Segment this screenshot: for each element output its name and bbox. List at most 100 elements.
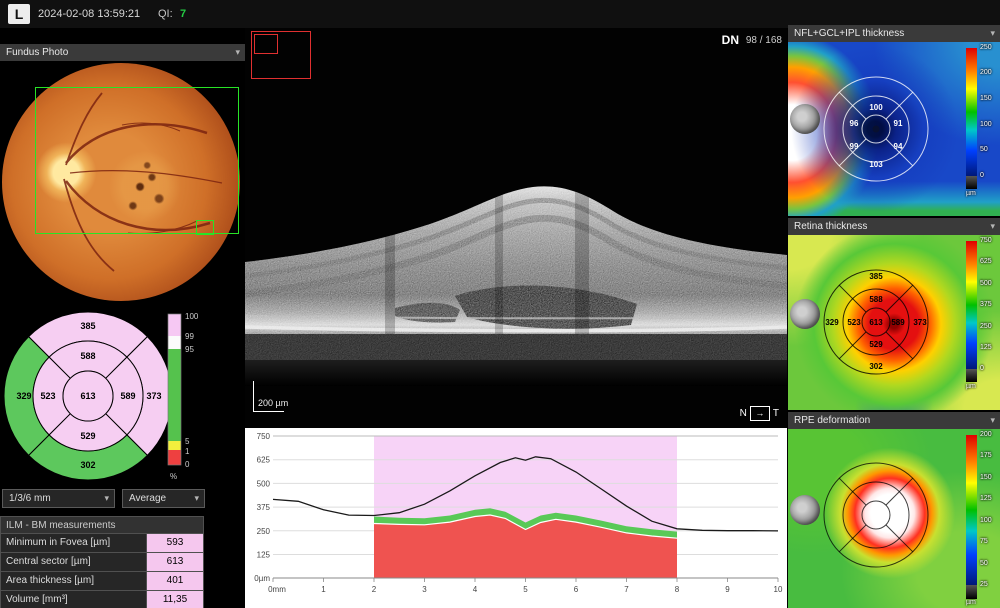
sector-value-inner-bottom: 529 [869, 340, 883, 349]
thickness-profile-chart: 750 625 500 375 250 125 0µm 0mm 1 2 3 4 … [245, 428, 787, 608]
scale-label: 175 [980, 452, 992, 459]
fundus-roi-marker [196, 220, 214, 235]
scale-label: 625 [980, 258, 992, 265]
temporal-label: T [773, 408, 779, 419]
sector-value-lower-right: 94 [894, 142, 903, 151]
scale-label: 250 [980, 323, 992, 330]
table-row: Minimum in Fovea [µm] 593 [0, 534, 204, 553]
fundus-panel-header[interactable]: Fundus Photo ▾ [0, 44, 245, 61]
fundus-panel-title: Fundus Photo [6, 47, 68, 58]
x-ticks [273, 578, 778, 582]
scale-label: 500 [980, 280, 992, 287]
sector-value-top: 100 [869, 103, 883, 112]
row-label: Volume [mm³] [1, 591, 146, 608]
quality-index-value: 7 [180, 0, 186, 28]
measurements-table-header: ILM - BM measurements [0, 516, 204, 534]
color-scale-low [966, 176, 977, 189]
table-row: Volume [mm³] 11,35 [0, 591, 204, 608]
color-scale [966, 435, 977, 585]
color-scale [966, 48, 977, 176]
scale-label: 250 [980, 44, 992, 51]
panel-header-retina-thickness[interactable]: Retina thickness ▾ [788, 218, 1000, 235]
etdrs-outer-top: 385 [80, 321, 95, 331]
svg-text:10: 10 [774, 585, 783, 594]
panel-title: Retina thickness [794, 221, 867, 232]
stat-mode-dropdown[interactable]: Average ▾ [122, 489, 205, 508]
sector-value-outer-bottom: 302 [869, 362, 883, 371]
svg-text:9: 9 [725, 585, 730, 594]
measurements-table: ILM - BM measurements Minimum in Fovea [… [0, 516, 204, 608]
scale-label: 750 [980, 237, 992, 244]
svg-text:750: 750 [257, 432, 271, 441]
laterality-logo: L [8, 4, 30, 24]
retina-thickness-map: 385 588 329 523 613 589 373 529 302 750 … [788, 235, 1000, 410]
row-label: Area thickness [µm] [1, 572, 146, 590]
svg-text:0mm: 0mm [268, 585, 286, 594]
grid-size-dropdown[interactable]: 1/3/6 mm ▾ [2, 489, 115, 508]
row-label: Minimum in Fovea [µm] [1, 534, 146, 552]
svg-text:6: 6 [574, 585, 579, 594]
svg-text:1: 1 [321, 585, 326, 594]
scale-label: 75 [980, 538, 988, 545]
etdrs-outer-bottom: 302 [80, 460, 95, 470]
scale-label: 0 [980, 172, 984, 179]
fundus-photo[interactable] [0, 62, 245, 302]
chevron-down-icon: ▾ [104, 490, 109, 507]
svg-text:375: 375 [257, 503, 271, 512]
top-bar: L 2024-02-08 13:59:21 QI: 7 [0, 0, 1000, 28]
stat-mode-value: Average [129, 493, 166, 504]
scale-label: 50 [980, 146, 988, 153]
svg-text:5: 5 [523, 585, 528, 594]
scale-label: 25 [980, 581, 988, 588]
sector-value-inner-top: 588 [869, 295, 883, 304]
svg-text:4: 4 [473, 585, 478, 594]
etdrs-inner-bottom: 529 [80, 431, 95, 441]
panel-header-nfl-gcl-ipl[interactable]: NFL+GCL+IPL thickness ▾ [788, 25, 1000, 42]
etdrs-center: 613 [80, 391, 95, 401]
percentile-scale: 100 99 95 5 1 0 % [168, 312, 199, 481]
svg-text:7: 7 [624, 585, 629, 594]
scale-label: 99 [185, 332, 194, 341]
bscan-position-minimap[interactable] [251, 31, 311, 79]
orientation-indicator: N → T [740, 406, 779, 421]
scale-label: 150 [980, 95, 992, 102]
scale-label: 200 [980, 69, 992, 76]
svg-text:500: 500 [257, 479, 271, 488]
nfl-gcl-ipl-thickness-map: 100 96 91 99 94 103 250 200 150 100 50 0… [788, 42, 1000, 216]
x-axis-labels: 0mm 1 2 3 4 5 6 7 8 9 10 [268, 585, 783, 594]
oct-bscan-image [245, 28, 787, 428]
oct-bscan-viewer[interactable]: DN 98 / 168 200 µm N → T [245, 28, 787, 428]
row-value: 613 [146, 553, 203, 571]
scale-unit: % [170, 472, 177, 481]
row-value: 11,35 [146, 591, 203, 608]
svg-text:625: 625 [257, 456, 271, 465]
row-value: 401 [146, 572, 203, 590]
etdrs-inner-top: 588 [80, 351, 95, 361]
row-label: Central sector [µm] [1, 553, 146, 571]
row-value: 593 [146, 534, 203, 552]
panel-header-rpe-deformation[interactable]: RPE deformation ▾ [788, 412, 1000, 429]
svg-text:3: 3 [422, 585, 427, 594]
sector-value-outer-right: 373 [913, 318, 927, 327]
scale-label: 100 [185, 312, 199, 321]
svg-text:250: 250 [257, 527, 271, 536]
scale-label: 125 [980, 344, 992, 351]
chevron-down-icon: ▾ [990, 25, 995, 42]
table-row: Area thickness [µm] 401 [0, 572, 204, 591]
direction-arrow-icon: → [750, 406, 770, 421]
rpe-deformation-map: 200 175 150 125 100 75 50 25 µm [788, 429, 1000, 608]
grid-size-value: 1/3/6 mm [9, 493, 51, 504]
scan-datetime: 2024-02-08 13:59:21 [38, 0, 140, 28]
sector-value-center: 613 [869, 318, 883, 327]
color-scale-low [966, 585, 977, 599]
scale-label: 95 [185, 345, 194, 354]
sector-value-outer-top: 385 [869, 272, 883, 281]
sector-value-outer-left: 329 [825, 318, 839, 327]
chevron-down-icon: ▾ [990, 218, 995, 235]
chevron-down-icon: ▾ [194, 490, 199, 507]
etdrs-outer-left: 329 [16, 391, 31, 401]
color-scale-low [966, 369, 977, 382]
laterality-indicator: DN [722, 33, 739, 47]
table-row: Central sector [µm] 613 [0, 553, 204, 572]
scale-label: 150 [980, 474, 992, 481]
